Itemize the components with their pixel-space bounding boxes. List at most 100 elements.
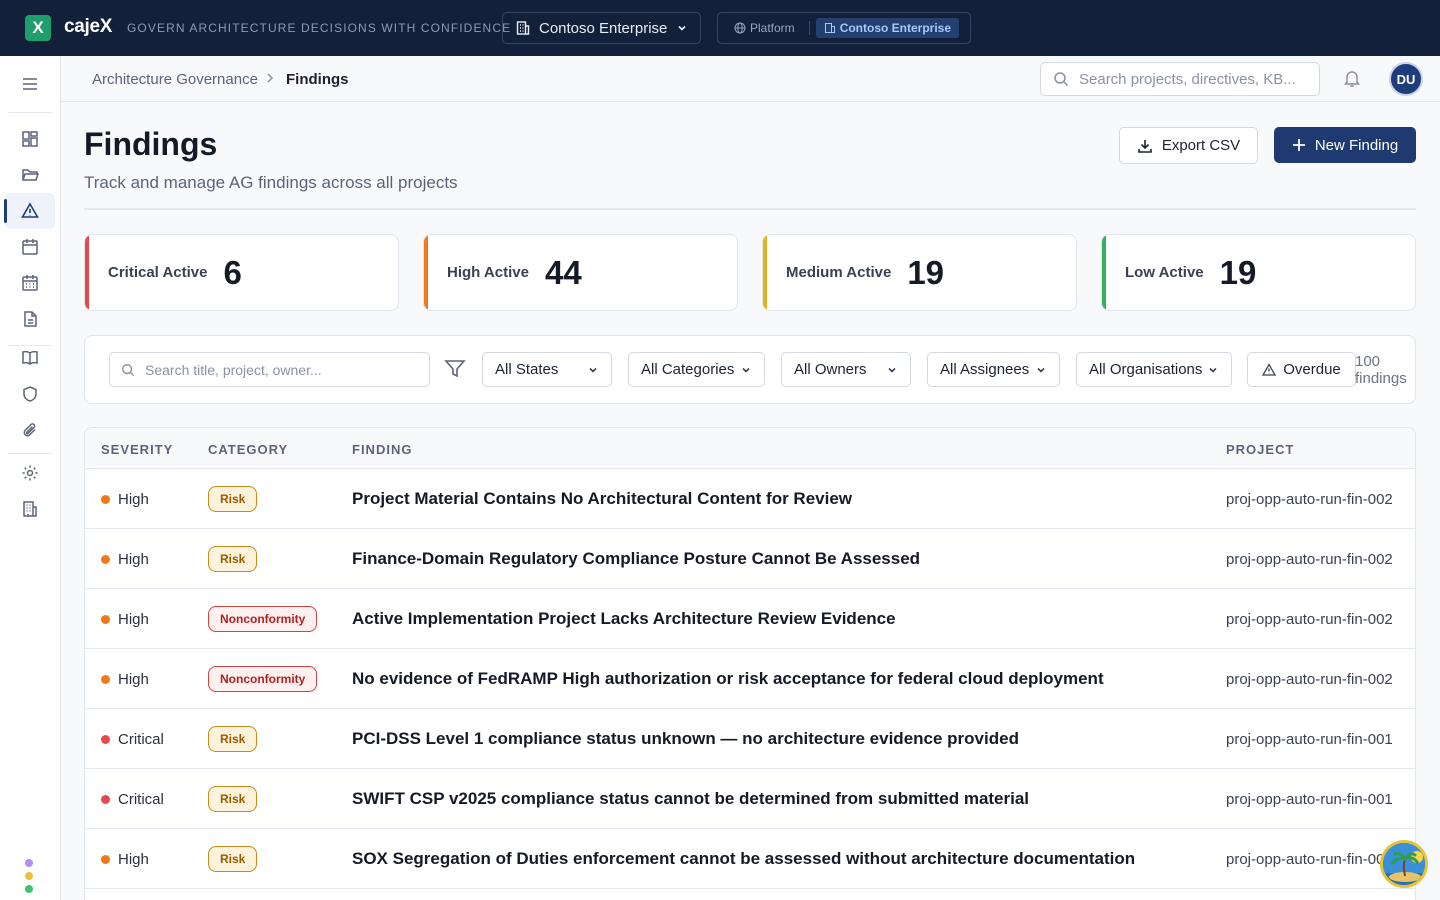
project-link[interactable]: proj-opp-auto-run-fin-002 (1226, 649, 1393, 709)
finding-title[interactable]: Project Material Contains No Architectur… (352, 469, 852, 529)
table-row[interactable]: High Risk Finance-Domain Regulatory Compli… (85, 529, 1415, 589)
menu-icon[interactable] (5, 66, 55, 102)
breadcrumb-bar: Architecture Governance Findings DU (61, 56, 1440, 102)
findings-count: 100 findings (1355, 353, 1407, 387)
assistant-avatar-button[interactable] (1380, 840, 1428, 888)
states-dropdown[interactable]: All States (482, 352, 612, 387)
owners-dropdown[interactable]: All Owners (781, 352, 911, 387)
chevron-down-icon (742, 367, 750, 373)
column-header[interactable]: CATEGORY (208, 442, 288, 457)
severity-cell: High (101, 469, 149, 529)
severity-cell: High (101, 649, 149, 709)
paperclip-icon[interactable] (5, 412, 55, 448)
folder-icon[interactable] (5, 157, 55, 193)
global-search-input[interactable] (1079, 70, 1299, 88)
findings-search[interactable] (109, 352, 430, 387)
category-badge: Risk (208, 846, 258, 872)
category-badge: Risk (208, 546, 258, 572)
filter-bar: All States All Categories All Owners All… (84, 335, 1416, 404)
severity-label: High (118, 610, 149, 628)
findings-icon[interactable] (4, 193, 55, 229)
org-selector[interactable]: Contoso Enterprise (502, 12, 701, 44)
globe-icon (734, 22, 746, 34)
findings-search-input[interactable] (145, 361, 415, 378)
shield-icon[interactable] (5, 376, 55, 412)
page-title: Findings (84, 126, 218, 162)
severity-cell: High (101, 829, 149, 889)
export-csv-button[interactable]: Export CSV (1119, 127, 1258, 164)
export-csv-label: Export CSV (1161, 137, 1241, 154)
severity-dot (101, 734, 110, 744)
stat-high[interactable]: High Active 44 (423, 234, 738, 311)
new-finding-button[interactable]: New Finding (1274, 127, 1416, 163)
column-header[interactable]: PROJECT (1226, 442, 1294, 457)
breadcrumb-parent[interactable]: Architecture Governance (92, 71, 258, 88)
avatar[interactable]: DU (1389, 62, 1423, 96)
stat-low[interactable]: Low Active 19 (1101, 234, 1416, 311)
severity-dot (101, 614, 110, 624)
project-link[interactable]: proj-opp-auto-run-fin-002 (1226, 589, 1393, 649)
finding-title[interactable]: SWIFT CSP v2025 compliance status cannot… (352, 769, 1029, 829)
project-link[interactable]: proj-opp-auto-run-fin-001 (1226, 829, 1393, 889)
scope-enterprise[interactable]: Contoso Enterprise (815, 18, 960, 38)
stat-accent (85, 235, 89, 310)
findings-table: SEVERITY CATEGORY FINDING PROJECT High Ri… (84, 427, 1416, 900)
filter-icon[interactable] (444, 358, 466, 380)
table-row[interactable]: High Nonconformity No evidence of FedRAMP … (85, 649, 1415, 709)
finding-title[interactable]: No evidence of FedRAMP High authorizatio… (352, 649, 1104, 709)
project-link[interactable]: proj-opp-auto-run-fin-001 (1226, 769, 1393, 829)
project-link[interactable]: proj-opp-auto-run-fin-002 (1226, 469, 1393, 529)
column-header[interactable]: SEVERITY (101, 442, 173, 457)
bell-icon[interactable] (1343, 68, 1361, 88)
settings-icon[interactable] (5, 455, 55, 491)
finding-title[interactable]: SOX Segregation of Duties enforcement ca… (352, 829, 1135, 889)
severity-dot (101, 854, 110, 864)
book-icon[interactable] (5, 340, 55, 376)
chevron-right-icon (267, 73, 274, 83)
dot-purple (25, 859, 33, 867)
stat-critical[interactable]: Critical Active 6 (84, 234, 399, 311)
scope-divider (808, 21, 810, 35)
project-link[interactable]: proj-opp-auto-run-fin-002 (1226, 529, 1393, 589)
table-row[interactable]: Critical Risk SWIFT CSP v2025 compliance s… (85, 769, 1415, 829)
assignees-dropdown[interactable]: All Assignees (927, 352, 1060, 387)
stat-value: 6 (223, 253, 242, 291)
table-row[interactable]: High Risk Project Material Contains No Arc… (85, 469, 1415, 529)
stat-value: 44 (544, 253, 582, 291)
organisations-dropdown[interactable]: All Organisations (1076, 352, 1232, 387)
category-badge: Nonconformity (208, 606, 318, 632)
stat-accent (424, 235, 428, 310)
categories-dropdown-label: All Categories (641, 361, 735, 378)
stat-accent (763, 235, 767, 310)
scope-platform[interactable]: Platform (726, 18, 803, 38)
chevron-down-icon (1037, 367, 1045, 373)
severity-label: High (118, 670, 149, 688)
project-link[interactable]: proj-opp-auto-run-fin-001 (1226, 709, 1393, 769)
column-header[interactable]: FINDING (352, 442, 412, 457)
finding-title[interactable]: PCI-DSS Level 1 compliance status unknow… (352, 709, 1019, 769)
finding-title[interactable]: Finance-Domain Regulatory Compliance Pos… (352, 529, 920, 589)
table-row[interactable]: High Risk SOX Segregation of Duties enforc… (85, 829, 1415, 889)
page-subtitle: Track and manage AG findings across all … (84, 173, 458, 192)
severity-label: High (118, 550, 149, 568)
table-row[interactable]: Critical Risk PCI-DSS Level 1 compliance s… (85, 709, 1415, 769)
sidebar-divider (8, 112, 52, 113)
severity-label: High (118, 850, 149, 868)
calendar-icon[interactable] (5, 229, 55, 265)
dashboard-icon[interactable] (5, 121, 55, 157)
overdue-label: Overdue (1283, 361, 1341, 378)
chevron-down-icon (1209, 367, 1217, 373)
table-row[interactable]: High Nonconformity Active Implementation P… (85, 589, 1415, 649)
schedule-icon[interactable] (5, 265, 55, 301)
categories-dropdown[interactable]: All Categories (628, 352, 765, 387)
building-icon[interactable] (5, 491, 55, 527)
logo[interactable]: X (25, 15, 51, 41)
finding-title[interactable]: Active Implementation Project Lacks Arch… (352, 589, 896, 649)
document-icon[interactable] (5, 301, 55, 337)
stat-medium[interactable]: Medium Active 19 (762, 234, 1077, 311)
assignees-dropdown-label: All Assignees (940, 361, 1030, 378)
severity-label: Critical (118, 730, 164, 748)
global-search[interactable] (1040, 62, 1320, 96)
overdue-toggle[interactable]: Overdue (1247, 352, 1356, 387)
new-finding-label: New Finding (1314, 136, 1399, 154)
